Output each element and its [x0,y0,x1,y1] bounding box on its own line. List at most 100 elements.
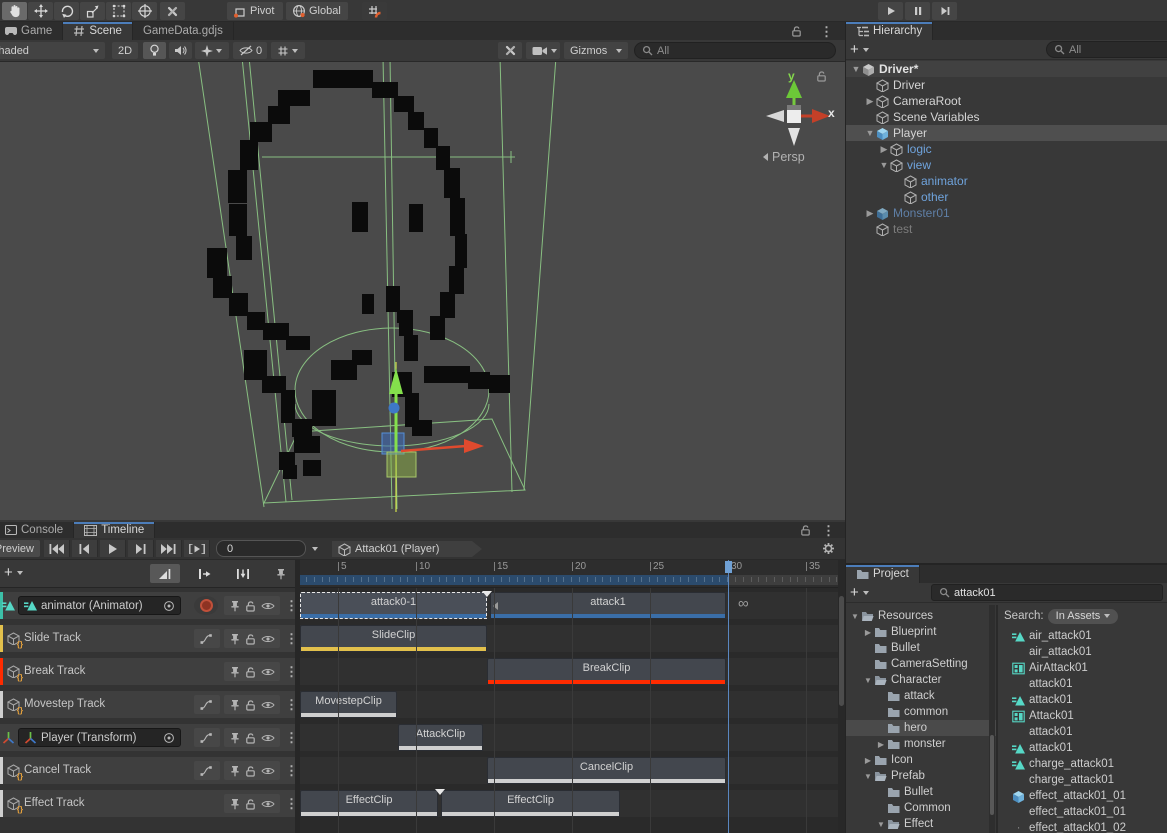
curve-toggle[interactable] [194,728,220,747]
timeline-track-header[interactable]: {}Effect Track ⋮ [0,790,295,817]
rotate-tool[interactable] [54,2,79,20]
timeline-track-lane[interactable]: BreakClip [300,658,838,685]
timeline-scrollbar[interactable] [838,560,845,833]
track-menu-icon[interactable]: ⋮ [285,698,295,711]
move-tool[interactable] [28,2,53,20]
scene-search-input[interactable] [657,45,828,57]
expand-arrow-icon[interactable]: ▶ [864,208,876,219]
goto-start-button[interactable] [44,540,70,557]
2d-toggle[interactable]: 2D [112,42,138,59]
project-folder-bullet[interactable]: Bullet [846,640,996,656]
hierarchy-item-logic[interactable]: ▶ logic [846,141,1167,157]
pin-icon[interactable] [230,765,240,777]
pin-icon[interactable] [230,732,240,744]
expand-arrow-icon[interactable]: ▼ [850,64,862,74]
timeline-track-lane[interactable]: attack0-1 attack1 ∞ [300,592,838,619]
clip-marker-icon[interactable] [435,789,445,795]
eye-icon[interactable] [261,700,275,710]
search-result-item[interactable]: air_attack01 [998,628,1167,644]
timeline-track-lane[interactable]: EffectClip EffectClip [300,790,838,817]
track-menu-icon[interactable]: ⋮ [285,764,295,777]
expand-arrow-icon[interactable]: ▼ [864,128,876,138]
eye-icon[interactable] [261,601,275,611]
timeline-clip[interactable]: BreakClip [487,658,726,685]
snap-settings-button[interactable] [362,2,387,20]
editor-pause-button[interactable] [905,2,930,20]
pin-icon[interactable] [230,798,240,810]
timeline-track-header[interactable]: Player (Transform) ⋮ [0,724,295,751]
timeline-clip[interactable]: EffectClip [300,790,438,817]
timeline-settings-icon[interactable] [822,542,835,555]
track-name-field[interactable]: Player (Transform) [18,728,181,747]
search-result-item[interactable]: effect_attack01_01 [998,804,1167,820]
hierarchy-item-driver-[interactable]: ▼ Driver* [846,61,1167,77]
record-button[interactable] [194,596,218,615]
hierarchy-search-box[interactable] [1046,41,1167,58]
scrollbar-handle[interactable] [839,596,844,706]
pin-icon[interactable] [230,699,240,711]
search-result-item[interactable]: Attack01 [998,708,1167,724]
hand-tool[interactable] [2,2,27,20]
timeline-clip[interactable]: CancelClip [487,757,726,784]
track-menu-icon[interactable]: ⋮ [285,599,295,612]
curve-toggle[interactable] [194,695,220,714]
expand-arrow-icon[interactable]: ▼ [849,612,861,621]
eye-icon[interactable] [261,634,275,644]
project-folder-blueprint[interactable]: ▶ Blueprint [846,624,996,640]
pin-icon[interactable] [230,600,240,612]
expand-arrow-icon[interactable]: ▶ [875,740,887,749]
project-folder-prefab[interactable]: ▼ Prefab [846,768,996,784]
scale-tool[interactable] [80,2,105,20]
project-tab[interactable]: Project [846,565,920,583]
search-result-item[interactable]: charge_attack01 [998,772,1167,788]
project-search-box[interactable] [931,584,1163,601]
search-result-item[interactable]: ·effect_attack01_02 [998,820,1167,833]
scene-grid-dropdown[interactable] [271,42,305,59]
preview-toggle[interactable]: Preview [0,540,40,557]
search-result-item[interactable]: attack01 [998,676,1167,692]
timeline-track-lane[interactable]: AttackClip [300,724,838,751]
project-add-button[interactable]: + [850,584,869,601]
rect-tool[interactable] [106,2,131,20]
custom-tools[interactable] [160,2,185,20]
curve-toggle[interactable] [194,629,220,648]
expand-arrow-icon[interactable]: ▶ [864,96,876,107]
expand-arrow-icon[interactable]: ▼ [862,676,874,685]
scene-canvas[interactable]: y x Persp [0,62,845,520]
frame-dropdown-icon[interactable] [312,547,318,551]
project-folder-icon[interactable]: ▶ Icon [846,752,996,768]
gizmos-dropdown[interactable]: Gizmos [564,42,628,59]
scene-camera-dropdown[interactable] [526,42,560,59]
scene-lighting-toggle[interactable] [143,42,166,59]
project-folder-common[interactable]: Common [846,800,996,816]
track-menu-icon[interactable]: ⋮ [285,665,295,678]
shading-mode-dropdown[interactable]: Shaded [0,42,105,59]
expand-arrow-icon[interactable]: ▼ [875,820,887,829]
editor-step-button[interactable] [932,2,957,20]
hierarchy-item-scene-variables[interactable]: Scene Variables [846,109,1167,125]
scene-tab-game[interactable]: Game [0,22,63,40]
timeline-clips-area[interactable]: 5 10 15 20 25 30 35 attack0-1 attack1 ∞ [300,560,838,833]
hierarchy-item-cameraroot[interactable]: ▶ CameraRoot [846,93,1167,109]
timeline-breadcrumb[interactable]: Attack01 (Player) [332,541,482,557]
track-menu-icon[interactable]: ⋮ [285,632,295,645]
expand-arrow-icon[interactable]: ▶ [878,144,890,155]
lock-icon[interactable] [245,798,256,810]
search-result-item[interactable]: air_attack01 [998,644,1167,660]
hierarchy-item-player[interactable]: ▼ Player [846,125,1167,141]
add-track-button[interactable]: + [4,564,23,581]
hierarchy-item-test[interactable]: test [846,221,1167,237]
search-result-item[interactable]: attack01 [998,724,1167,740]
project-folder-common[interactable]: common [846,704,996,720]
eye-icon[interactable] [261,799,275,809]
timeline-tab-timeline[interactable]: Timeline [74,522,155,538]
hierarchy-item-driver[interactable]: Driver [846,77,1167,93]
lock-icon[interactable] [245,600,256,612]
search-result-item[interactable]: AirAttack01 [998,660,1167,676]
replace-mode-button[interactable] [228,564,258,583]
timeline-track-lane[interactable]: MovestepClip [300,691,838,718]
scene-menu-icon[interactable]: ⋮ [820,25,833,38]
hierarchy-search-input[interactable] [1069,44,1167,56]
gizmo-lock-icon[interactable] [816,70,827,82]
playhead-marker[interactable] [725,561,732,573]
